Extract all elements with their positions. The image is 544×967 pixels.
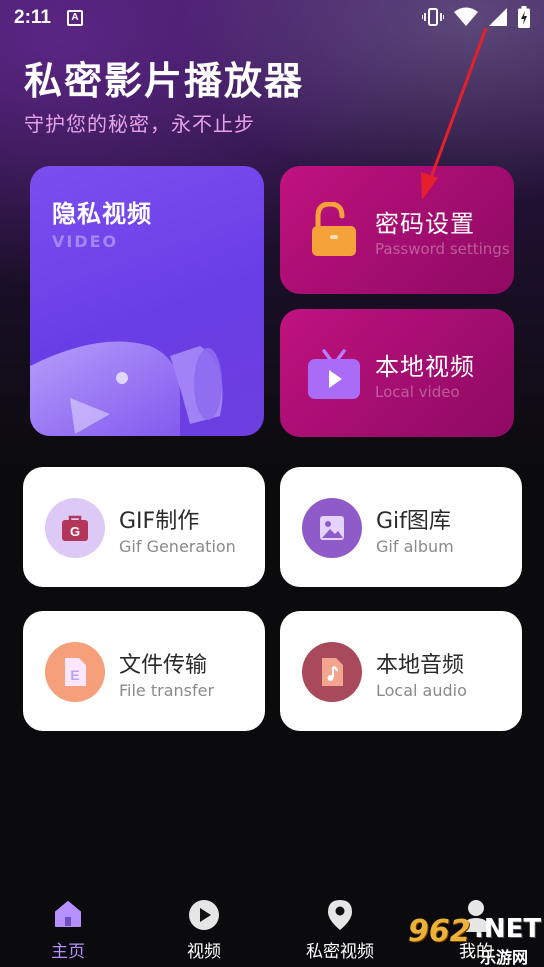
app-subtitle: 守护您的秘密，永不止步 [24, 112, 255, 136]
gif-generation-label: GIF制作 [119, 509, 200, 534]
nav-video-label: 视频 [187, 942, 221, 962]
gif-icon-letter: G [70, 524, 80, 539]
image-icon [320, 516, 344, 540]
status-bar: 2:11 A [0, 0, 544, 36]
accessibility-icon: A [66, 10, 83, 26]
battery-icon [518, 6, 530, 28]
gif-album-en: Gif album [376, 537, 454, 556]
site-watermark: 962 .NET 乐游网 [400, 910, 544, 967]
local-audio-en: Local audio [376, 681, 467, 700]
gif-album-label: Gif图库 [376, 509, 451, 534]
play-icon [189, 900, 219, 930]
privacy-video-card[interactable]: 隐私视频 VIDEO [30, 166, 264, 436]
file-icon: E [65, 658, 86, 686]
music-file-icon [322, 658, 343, 686]
app-title: 私密影片播放器 [24, 59, 305, 103]
local-audio-card[interactable]: 本地音频 Local audio [280, 611, 522, 731]
gif-album-card[interactable]: Gif图库 Gif album [280, 467, 522, 587]
gif-album-icon-circle [302, 498, 362, 558]
home-icon [55, 901, 81, 927]
wifi-icon [454, 7, 478, 26]
gif-generation-card[interactable]: G GIF制作 Gif Generation [23, 467, 265, 587]
watermark-site: 乐游网 [480, 948, 529, 967]
file-transfer-icon-circle: E [45, 642, 105, 702]
status-icons [422, 6, 530, 28]
local-audio-icon-circle [302, 642, 362, 702]
vibrate-icon [422, 8, 444, 26]
gif-generation-icon-circle: G [45, 498, 105, 558]
password-settings-card[interactable]: 密码设置 Password settings [280, 166, 514, 294]
tv-icon [308, 349, 360, 399]
lock-open-icon [312, 202, 356, 256]
location-pin-icon [328, 900, 352, 930]
nav-home-label: 主页 [51, 942, 85, 962]
nav-private-video[interactable]: 私密视频 [272, 888, 408, 967]
nav-video[interactable]: 视频 [136, 888, 272, 967]
gif-generation-en: Gif Generation [119, 537, 236, 556]
nav-private-video-label: 私密视频 [306, 942, 374, 962]
local-video-en: Local video [375, 383, 460, 401]
video-camera-icon [30, 341, 223, 436]
file-icon-letter: E [70, 667, 79, 683]
gif-bag-icon: G [62, 515, 88, 541]
password-settings-label: 密码设置 [375, 210, 475, 238]
watermark-number: 962 [408, 914, 471, 949]
local-video-card[interactable]: 本地视频 Local video [280, 309, 514, 437]
nav-home[interactable]: 主页 [0, 888, 136, 967]
status-time: 2:11 [14, 7, 51, 28]
file-transfer-en: File transfer [119, 681, 215, 700]
local-audio-label: 本地音频 [376, 653, 465, 678]
file-transfer-label: 文件传输 [119, 653, 208, 678]
privacy-video-en: VIDEO [52, 232, 119, 251]
password-settings-en: Password settings [375, 240, 510, 258]
local-video-label: 本地视频 [375, 353, 475, 381]
file-transfer-card[interactable]: E 文件传输 File transfer [23, 611, 265, 731]
privacy-video-label: 隐私视频 [52, 200, 152, 228]
watermark-net: .NET [474, 914, 542, 944]
signal-icon [489, 8, 507, 26]
